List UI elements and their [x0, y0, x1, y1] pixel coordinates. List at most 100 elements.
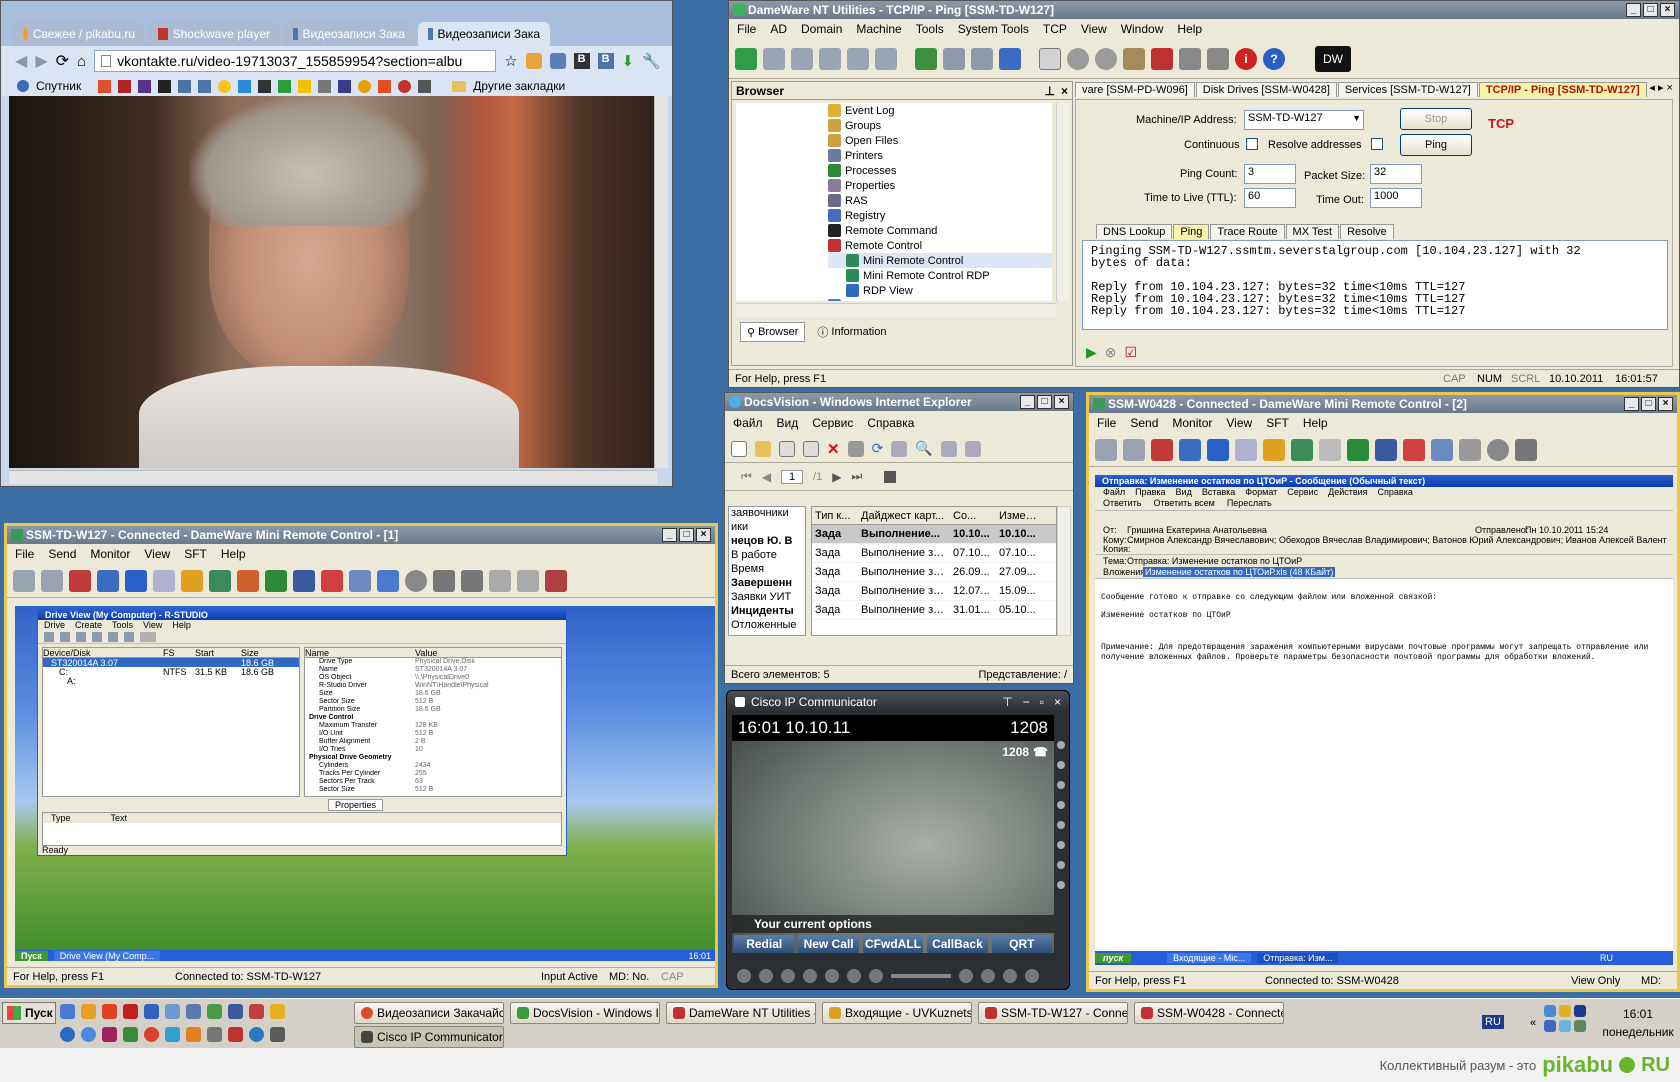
tab-mx-test[interactable]: MX Test — [1285, 224, 1340, 239]
exit-icon[interactable] — [545, 569, 567, 592]
bookmark-icon[interactable] — [238, 79, 252, 93]
folder-item[interactable]: Заявки УИТ — [729, 591, 805, 605]
tree-item[interactable]: Groups — [828, 118, 1052, 133]
quick-launch-icon[interactable] — [60, 1027, 75, 1042]
ttl-field[interactable]: 60 — [1244, 188, 1296, 208]
screen-icon[interactable] — [321, 569, 343, 592]
timeout-field[interactable]: 1000 — [1370, 188, 1422, 208]
lock-icon[interactable] — [181, 569, 203, 592]
user-icon[interactable] — [763, 47, 785, 70]
connect-icon[interactable] — [915, 47, 937, 70]
table-row[interactable]: Зада Выполнение за... 07.10... 07.10... — [812, 544, 1056, 563]
reload-icon[interactable]: ⟳ — [56, 51, 69, 71]
pin-icon[interactable]: ⊥ — [1045, 84, 1055, 98]
refresh-icon[interactable] — [1095, 47, 1117, 70]
omnibox[interactable]: vkontakte.ru/video-19713037_155859954?se… — [94, 50, 497, 72]
mrc1-titlebar[interactable]: SSM-TD-W127 - Connected - DameWare Mini … — [7, 526, 715, 544]
bookmark-sputnik[interactable]: Спутник — [36, 79, 81, 93]
language-indicator[interactable]: RU — [1482, 1015, 1504, 1029]
menu-ad[interactable]: AD — [770, 22, 787, 36]
tool-icon[interactable] — [76, 631, 86, 642]
cancel-icon[interactable]: ⊗ — [1105, 344, 1117, 361]
menu-domain[interactable]: Domain — [801, 22, 842, 36]
folder-item[interactable]: нецов Ю. В — [729, 535, 805, 549]
menu-view[interactable]: View — [1226, 416, 1252, 430]
run-icon[interactable]: ▶ — [1086, 344, 1097, 361]
tool-icon[interactable] — [124, 631, 134, 642]
quick-launch-icon[interactable] — [123, 1027, 138, 1042]
menu-window[interactable]: Window — [1121, 22, 1164, 36]
line-button[interactable] — [1057, 821, 1065, 829]
resolve-checkbox[interactable] — [1371, 138, 1383, 150]
lock-icon[interactable] — [1263, 438, 1285, 461]
menu-help[interactable]: Help — [1303, 416, 1328, 430]
last-page-icon[interactable]: ⏭ — [851, 469, 862, 484]
help-icon[interactable] — [825, 969, 839, 983]
property-row[interactable]: Buffer Alignment 2 B — [305, 738, 561, 746]
settings-icon[interactable] — [377, 569, 399, 592]
tree-item[interactable]: Remote Control — [828, 238, 1052, 253]
continuous-checkbox[interactable] — [1246, 138, 1258, 150]
tool-icon[interactable] — [108, 631, 118, 642]
properties-icon[interactable] — [1039, 47, 1061, 70]
quick-launch-icon[interactable] — [270, 1027, 285, 1042]
menu-tcp[interactable]: TCP — [1043, 22, 1067, 36]
tray-icon[interactable] — [1544, 1020, 1556, 1032]
menu-service[interactable]: Сервис — [812, 416, 853, 430]
folder-item[interactable]: Отложенные — [729, 619, 805, 633]
quick-launch-icon[interactable] — [144, 1027, 159, 1042]
tree-item[interactable]: RDP View — [828, 283, 1052, 298]
disc-icon[interactable] — [405, 569, 427, 592]
grid-icon[interactable] — [349, 569, 371, 592]
volume-up-icon[interactable] — [959, 969, 973, 983]
line-button[interactable] — [1057, 881, 1065, 889]
tree-item[interactable]: Mini Remote Control — [828, 253, 1052, 268]
stop-icon[interactable] — [140, 631, 156, 642]
print-preview-icon[interactable] — [461, 569, 483, 592]
tab-information[interactable]: ⓘ Information — [811, 322, 892, 342]
first-page-icon[interactable]: ⏮ — [741, 469, 752, 484]
docsvision-titlebar[interactable]: DocsVision - Windows Internet Explorer _ □… — [725, 393, 1073, 411]
task-button-dameware[interactable]: DameWare NT Utilities - ... — [666, 1002, 816, 1024]
folder-item[interactable]: заявочники — [729, 507, 805, 521]
view-icon[interactable] — [209, 569, 231, 592]
property-row[interactable]: Sectors Per Track 63 — [305, 778, 561, 786]
tree-item[interactable]: Remote Command — [828, 223, 1052, 238]
menu-sft[interactable]: SFT — [184, 547, 207, 561]
menu-view[interactable]: Вид — [777, 416, 799, 430]
user4-icon[interactable] — [875, 47, 897, 70]
doc-tab-3[interactable]: Services [SSM-TD-W127] — [1337, 82, 1478, 97]
menu-file[interactable]: File — [737, 22, 756, 36]
network-tray-icon[interactable] — [1544, 1005, 1556, 1017]
property-row[interactable]: Tracks Per Cylinder 255 — [305, 770, 561, 778]
grid-icon[interactable] — [1431, 438, 1453, 461]
menu-monitor[interactable]: Monitor — [1172, 416, 1212, 430]
settings-icon[interactable] — [964, 440, 981, 457]
stop-button[interactable]: Stop — [1400, 108, 1472, 130]
property-row[interactable]: Physical Drive Geometry — [305, 754, 561, 762]
packet-size-field[interactable]: 32 — [1370, 164, 1422, 184]
menu-system-tools[interactable]: System Tools — [958, 22, 1029, 36]
folder-item[interactable]: Завершенн — [729, 577, 805, 591]
cisco-titlebar[interactable]: Cisco IP Communicator ⊤ − ▫ × — [727, 691, 1069, 713]
minimize-button[interactable]: _ — [662, 528, 677, 542]
bookmark-icon[interactable] — [138, 79, 152, 93]
video-icon[interactable] — [847, 969, 861, 983]
cisco-menu-icon[interactable]: ⊤ — [1002, 695, 1012, 709]
task-button-mrc1[interactable]: SSM-TD-W127 - Connect... — [978, 1002, 1128, 1024]
minimize-button[interactable]: _ — [1020, 395, 1035, 409]
tree-item[interactable]: Properties — [828, 178, 1052, 193]
sputnik-bookmark-icon[interactable] — [17, 80, 29, 92]
delete-icon[interactable] — [1151, 47, 1173, 70]
reply-all-button[interactable]: Ответить всем — [1153, 498, 1214, 510]
remote-task-inbox[interactable]: Входящие - Mic... — [1167, 953, 1252, 963]
bookmark-icon[interactable] — [278, 79, 292, 93]
menu-file[interactable]: File — [15, 547, 34, 561]
services-icon[interactable] — [781, 969, 795, 983]
monitor-icon[interactable] — [1179, 438, 1201, 461]
cisco-line[interactable]: 1208 ☎ — [1002, 745, 1048, 759]
tray-icon[interactable] — [1574, 1005, 1586, 1017]
tree-item[interactable]: Printers — [828, 148, 1052, 163]
video-frame[interactable] — [9, 96, 657, 468]
close-button[interactable]: × — [696, 528, 711, 542]
